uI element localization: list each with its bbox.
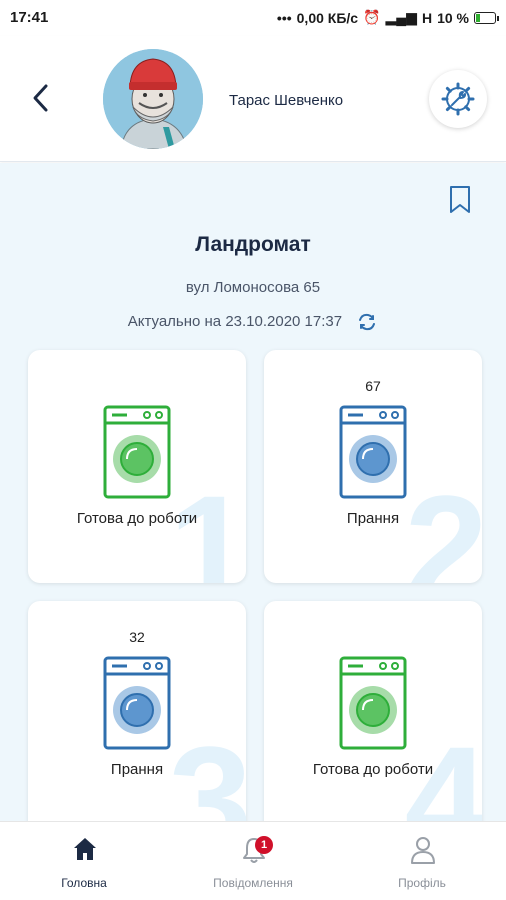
machine-timer: 32: [129, 629, 145, 645]
location-title: Ландромат: [195, 233, 311, 256]
refresh-button[interactable]: [356, 311, 378, 333]
bottom-nav: Головна 1 Повідомлення Профіль: [0, 821, 506, 900]
nav-item-profile[interactable]: Профіль: [338, 822, 506, 900]
signal-icon: ▂▄▆: [385, 9, 417, 25]
location-address: вул Ломоносова 65: [185, 279, 321, 296]
nav-label-home: Головна: [61, 876, 107, 890]
washing-machine-icon: [103, 656, 171, 750]
machine-card-2[interactable]: 2 67 Прання: [264, 350, 482, 583]
notification-badge: 1: [255, 836, 273, 854]
updated-text: Актуально на 23.10.2020 17:37: [127, 312, 343, 330]
network-speed: 0,00 КБ/с: [296, 9, 359, 26]
nav-label-profile: Профіль: [398, 876, 446, 890]
header: Тарас Шевченко: [0, 36, 506, 162]
updated-row: Актуально на 23.10.2020 17:37: [0, 311, 506, 333]
back-button[interactable]: [26, 80, 56, 116]
machine-number: 1: [168, 464, 246, 583]
user-name: Тарас Шевченко: [229, 92, 344, 109]
nav-item-notifications[interactable]: 1 Повідомлення: [169, 822, 337, 900]
machine-card-4[interactable]: 4 Готова до роботи: [264, 601, 482, 821]
status-right: ••• 0,00 КБ/с ⏰ ▂▄▆ Н 10 %: [276, 9, 499, 26]
status-time: 17:41: [10, 9, 49, 26]
avatar[interactable]: [103, 49, 203, 149]
alarm-icon: ⏰: [363, 9, 381, 25]
bookmark-icon: [450, 186, 470, 213]
washing-machine-icon: [339, 405, 407, 499]
nav-item-home[interactable]: Головна: [0, 822, 168, 900]
refresh-icon: [359, 313, 376, 331]
machine-timer: 67: [365, 378, 381, 394]
machine-card-1[interactable]: 1 Готова до роботи: [28, 350, 246, 583]
avatar-portrait: [103, 49, 203, 149]
washing-machine-icon: [103, 405, 171, 499]
bookmark-button[interactable]: [448, 185, 472, 215]
nav-label-notifications: Повідомлення: [213, 876, 293, 890]
chevron-left-icon: [33, 84, 48, 112]
battery-level: 10 %: [437, 9, 469, 26]
main-content: Ландромат вул Ломоносова 65 Актуально на…: [0, 163, 506, 821]
settings-button[interactable]: [429, 70, 487, 128]
battery-icon: [474, 11, 499, 24]
machine-status: Готова до роботи: [312, 761, 434, 778]
home-icon: [74, 838, 96, 860]
gear-wrench-icon: [441, 82, 475, 116]
machine-status: Прання: [110, 761, 164, 778]
user-icon: [411, 837, 435, 864]
machine-card-3[interactable]: 3 32 Прання: [28, 601, 246, 821]
dots-icon: •••: [276, 9, 292, 26]
machine-status: Готова до роботи: [76, 510, 198, 527]
network-type: Н: [421, 9, 433, 26]
washing-machine-icon: [339, 656, 407, 750]
machine-status: Прання: [346, 510, 400, 527]
machine-number: 2: [404, 464, 482, 583]
status-bar: 17:41 ••• 0,00 КБ/с ⏰ ▂▄▆ Н 10 %: [0, 0, 506, 36]
